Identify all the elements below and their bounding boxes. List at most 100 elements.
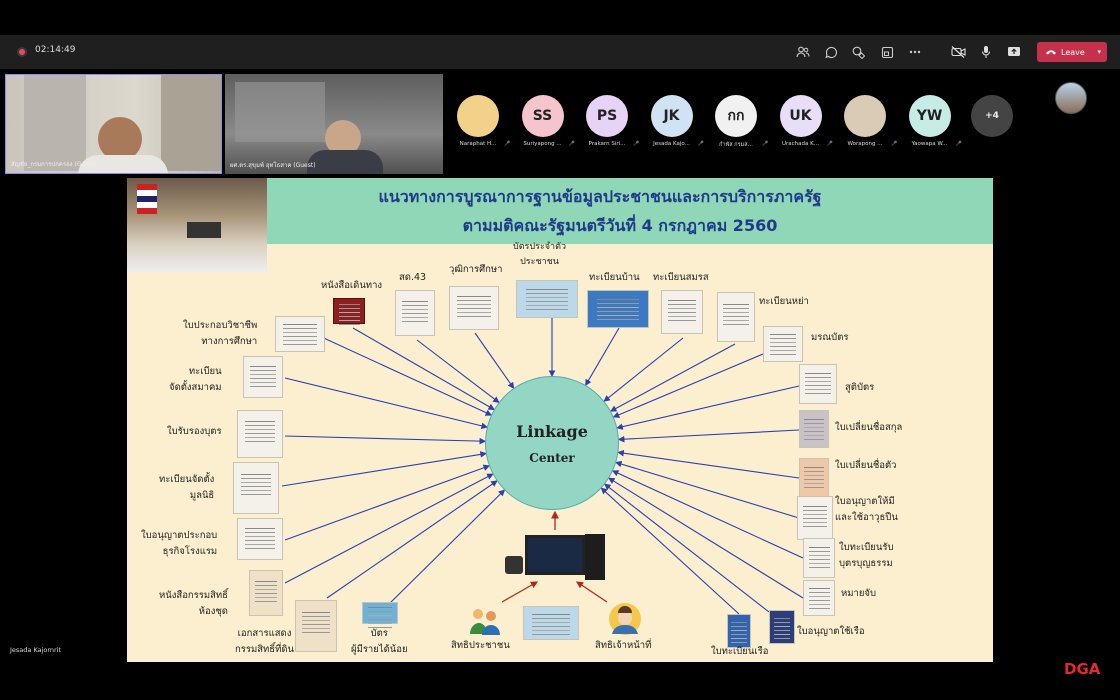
passport-image xyxy=(333,298,365,324)
boat-license-image xyxy=(769,610,795,644)
participant-name: กำพัส กรมส... xyxy=(719,142,753,148)
chevron-down-icon[interactable]: ▾ xyxy=(1097,48,1101,56)
label-marriage: ทะเบียนสมรส xyxy=(653,272,709,283)
teams-meeting-window: 02:14:49 Leave ▾ สัญชัย_กรมการปกครอง (Gu… xyxy=(0,0,1120,700)
label-child-certification: ใบรับรองบุตร xyxy=(167,426,222,437)
birth-certificate-image xyxy=(799,364,837,404)
label-death: มรณบัตร xyxy=(811,332,849,343)
leave-button[interactable]: Leave ▾ xyxy=(1037,42,1107,62)
label-hotel-license: ใบอนุญาตประกอบ ธุรกิจโรงแรม xyxy=(141,530,218,557)
participant-avatar[interactable] xyxy=(457,95,499,137)
marriage-certificate-image xyxy=(661,290,703,334)
reactions-icon[interactable] xyxy=(851,44,867,60)
muted-mic-icon: 🎤 xyxy=(762,141,769,147)
chat-icon[interactable] xyxy=(823,44,839,60)
microphone-icon[interactable] xyxy=(978,44,994,60)
education-certificate-image xyxy=(449,286,499,330)
shared-presentation-slide: แนวทางการบูรณาการฐานข้อมูลประชาชนและการบ… xyxy=(127,178,993,662)
participant-avatar[interactable]: กก xyxy=(715,95,757,137)
muted-mic-icon: 🎤 xyxy=(955,141,962,147)
rights-arrow xyxy=(576,581,608,603)
participant-avatar[interactable]: JK xyxy=(650,95,693,137)
link-arrow xyxy=(611,470,804,559)
computer-tower-icon xyxy=(585,534,605,580)
meeting-toolbar: 02:14:49 Leave ▾ xyxy=(0,35,1120,69)
child-certification-image xyxy=(237,410,283,458)
link-arrow xyxy=(603,483,770,613)
participant-avatar[interactable]: YW xyxy=(908,95,951,137)
condo-title-image xyxy=(249,570,283,616)
participant-name: Yaowapa W... xyxy=(911,141,948,147)
label-foundation: ทะเบียนจัดตั้ง มูลนิธิ xyxy=(159,474,215,501)
label-warrant: หมายจับ xyxy=(841,588,877,599)
id-card-image xyxy=(516,280,578,318)
participant-name: Jesada Kajo... xyxy=(653,141,690,147)
video-tile-2[interactable]: ผศ.ดร.สุขุมพ์ อุทโธสาค (Guest) xyxy=(225,74,443,174)
breakout-rooms-icon[interactable] xyxy=(879,44,895,60)
muted-mic-icon: 🎤 xyxy=(504,141,511,147)
label-adoption: ใบทะเบียนรับ บุตรบุญธรรม xyxy=(839,542,894,569)
participant-name: Urachada K... xyxy=(782,141,819,147)
link-arrow xyxy=(314,333,493,416)
phone-hangup-icon xyxy=(1046,50,1056,55)
people-icon[interactable] xyxy=(795,44,811,60)
center-label-2: Center xyxy=(529,450,575,465)
label-citizen-rights: สิทธิประชาชน xyxy=(451,640,510,651)
label-education: วุฒิการศึกษา xyxy=(449,264,503,275)
overflow-participants-button[interactable]: +4 xyxy=(971,95,1013,137)
link-arrow xyxy=(384,489,506,609)
camera-off-icon[interactable] xyxy=(950,44,966,60)
muted-mic-icon: 🎤 xyxy=(826,141,833,147)
muted-mic-icon: 🎤 xyxy=(633,141,640,147)
officer-avatar-icon xyxy=(605,602,645,638)
recording-indicator-icon xyxy=(17,47,27,57)
video-tile-name: สัญชัย_กรมการปกครอง (Guest) xyxy=(11,161,97,168)
link-arrow xyxy=(615,460,800,519)
participant-name: Worapong ... xyxy=(847,141,883,147)
divorce-certificate-image xyxy=(717,292,755,342)
participant-avatar[interactable]: SS xyxy=(521,95,564,137)
participant-avatar[interactable]: PS xyxy=(586,95,628,137)
participant-name: Naraphat H... xyxy=(459,141,497,147)
hotel-license-image xyxy=(237,518,283,560)
rights-arrow xyxy=(501,581,539,603)
sd43-document-image xyxy=(395,290,435,336)
link-arrow xyxy=(284,377,488,430)
muted-mic-icon: 🎤 xyxy=(697,141,704,147)
link-arrow xyxy=(608,477,804,599)
welfare-card-image xyxy=(362,602,398,624)
link-arrow xyxy=(284,464,491,541)
link-arrow xyxy=(612,353,764,418)
label-surname-change: ใบเปลี่ยนชื่อสกุล xyxy=(835,422,903,433)
warrant-image xyxy=(803,580,835,616)
active-speaker-name: Jesada Kajornrit xyxy=(10,646,62,654)
gun-license-image xyxy=(797,496,833,540)
teacher-license-image xyxy=(275,316,325,352)
death-certificate-image xyxy=(763,326,803,362)
link-arrow xyxy=(281,451,487,487)
label-id-card: บัตรประจำตัว ประชาชน xyxy=(513,242,566,267)
video-tile-1[interactable]: สัญชัย_กรมการปกครอง (Guest) xyxy=(5,74,222,174)
participant-avatar[interactable]: UK xyxy=(779,95,822,137)
citizens-group-icon xyxy=(467,606,503,636)
surname-change-image xyxy=(799,410,829,448)
label-low-income-card: บัตร ผู้มีรายได้น้อย xyxy=(351,628,408,655)
participant-avatar[interactable] xyxy=(844,95,886,137)
link-arrow xyxy=(352,327,495,411)
label-officer-rights: สิทธิเจ้าหน้าที่ xyxy=(595,640,652,651)
muted-mic-icon: 🎤 xyxy=(891,141,898,147)
linkage-center-circle: Linkage Center xyxy=(485,376,619,510)
link-arrow xyxy=(326,480,498,599)
link-arrow xyxy=(284,435,487,445)
link-arrow xyxy=(474,332,515,390)
link-arrow xyxy=(603,337,684,402)
label-divorce: ทะเบียนหย่า xyxy=(759,296,809,307)
link-arrow xyxy=(600,487,740,615)
share-screen-icon[interactable] xyxy=(1006,44,1022,60)
link-arrow xyxy=(617,429,800,443)
self-view-avatar[interactable] xyxy=(1055,82,1087,114)
more-options-icon[interactable] xyxy=(907,44,923,60)
video-tile-name: ผศ.ดร.สุขุมพ์ อุทโธสาค (Guest) xyxy=(230,162,316,169)
speaker-shirt xyxy=(307,150,383,174)
label-firstname-change: ใบเปลี่ยนชื่อตัว xyxy=(835,460,897,471)
